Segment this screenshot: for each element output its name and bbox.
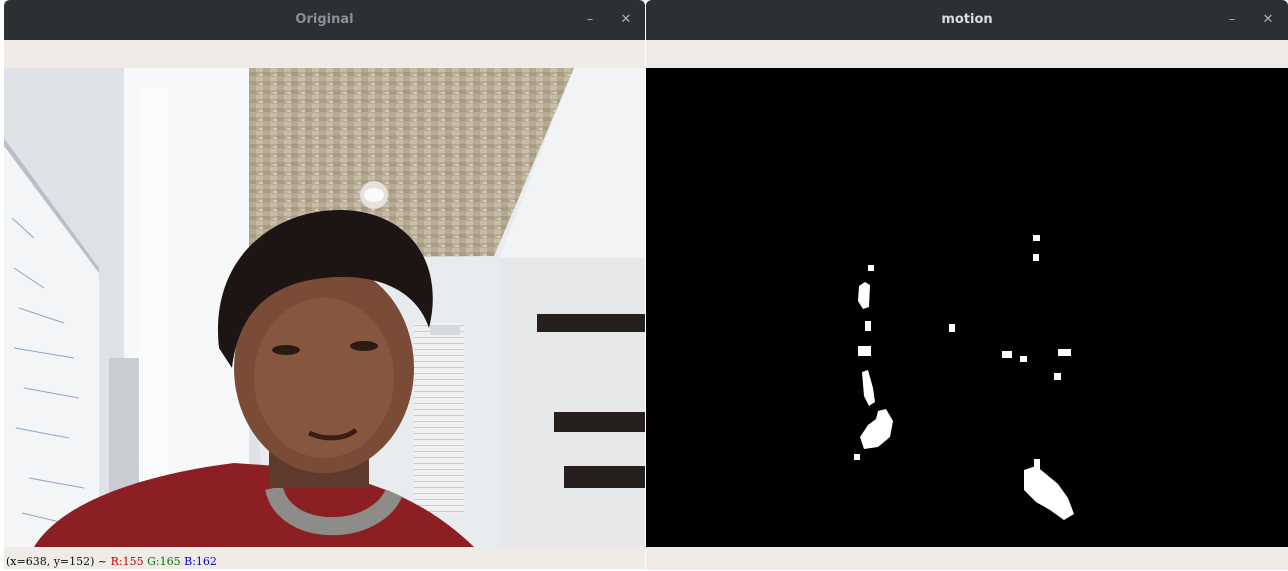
motion-blobs [646, 68, 1288, 547]
motion-statusbar [646, 548, 1288, 570]
original-toolbar [4, 40, 645, 69]
close-icon[interactable]: ✕ [618, 12, 634, 28]
original-window: Original – ✕ (x=638, y=152) ~ R:155 G:16… [4, 0, 645, 569]
motion-titlebar[interactable]: motion – ✕ [646, 0, 1288, 40]
camera-frame-image[interactable] [4, 68, 645, 547]
cursor-coordinates: (x=638, y=152) ~ [6, 555, 108, 568]
close-icon[interactable]: ✕ [1260, 12, 1276, 28]
minimize-icon[interactable]: – [1224, 12, 1240, 28]
motion-toolbar [646, 40, 1288, 69]
blue-value: B:162 [184, 555, 217, 568]
motion-mask-image[interactable] [646, 68, 1288, 547]
window-title: Original [295, 12, 354, 27]
red-value: R:155 [110, 555, 144, 568]
status-bar: (x=638, y=152) ~ R:155 G:165 B:162 [4, 547, 645, 569]
minimize-icon[interactable]: – [582, 12, 598, 28]
camera-frame-illustration [4, 68, 645, 547]
pixel-readout: (x=638, y=152) ~ R:155 G:165 B:162 [6, 555, 217, 568]
original-titlebar[interactable]: Original – ✕ [4, 0, 645, 40]
window-title: motion [941, 12, 993, 27]
green-value: G:165 [147, 555, 181, 568]
motion-window: motion – ✕ [646, 0, 1288, 570]
